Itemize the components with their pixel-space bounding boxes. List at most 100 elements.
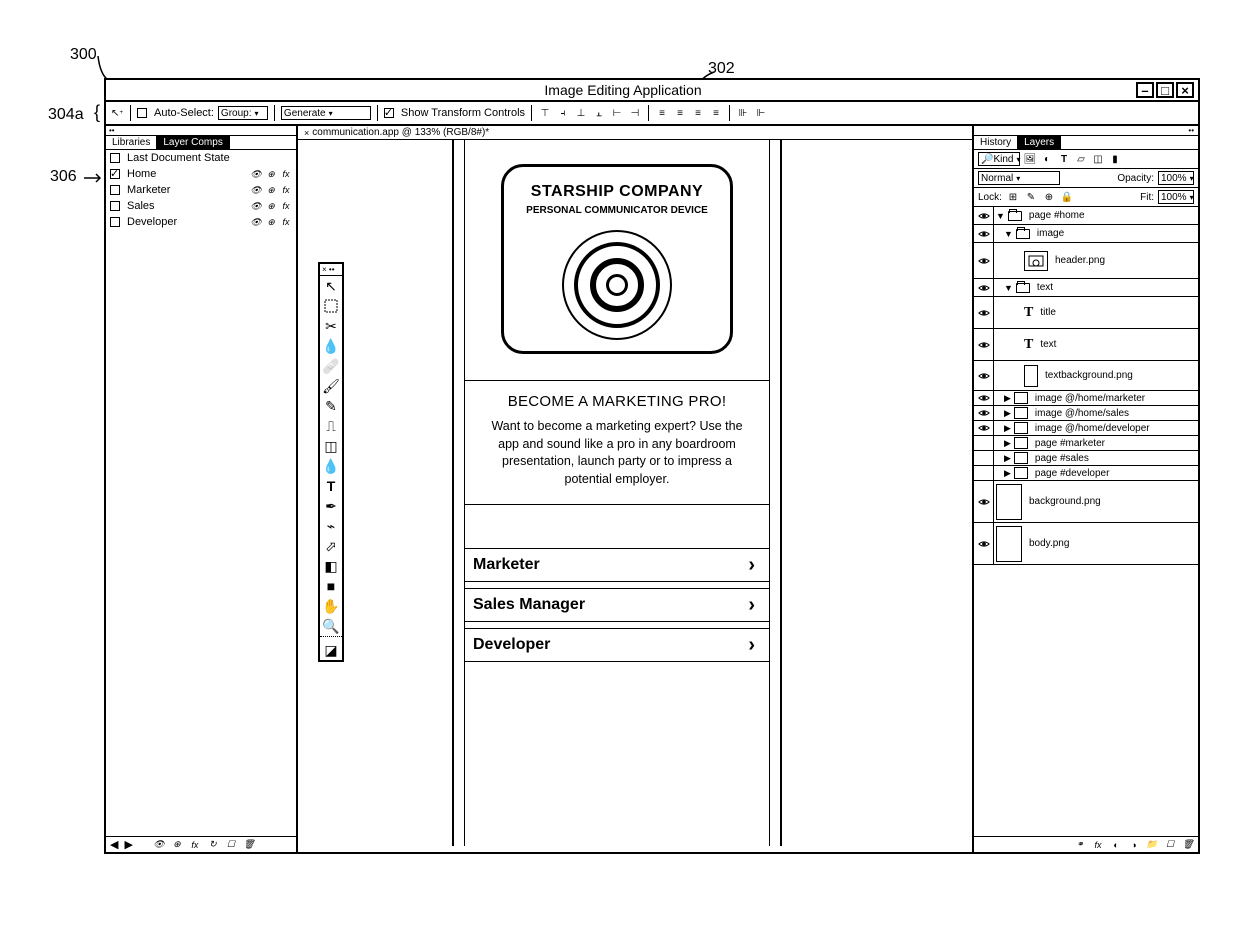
checkbox[interactable] bbox=[110, 169, 120, 179]
visibility-toggle[interactable] bbox=[974, 391, 994, 405]
layer-comp-row[interactable]: Developer👁⊕fx bbox=[106, 214, 296, 230]
visibility-toggle[interactable] bbox=[974, 451, 994, 465]
checkbox[interactable] bbox=[110, 153, 120, 163]
show-transform-checkbox[interactable] bbox=[384, 108, 394, 118]
trash-icon[interactable]: 🗑 bbox=[243, 840, 255, 850]
type-tool-icon[interactable]: T bbox=[320, 476, 342, 496]
lock-all-icon[interactable]: 🔒 bbox=[1060, 191, 1074, 203]
layer-row[interactable]: ▶image @/home/sales bbox=[974, 406, 1198, 421]
tab-layers[interactable]: Layers bbox=[1018, 136, 1061, 149]
path-tool-icon[interactable]: ⌁ bbox=[320, 516, 342, 536]
pencil-tool-icon[interactable]: ✎ bbox=[320, 396, 342, 416]
opacity-select[interactable]: 100% bbox=[1158, 171, 1194, 185]
visibility-toggle[interactable] bbox=[974, 329, 994, 360]
kind-select[interactable]: 🔎Kind bbox=[978, 152, 1020, 166]
minimize-button[interactable]: – bbox=[1136, 82, 1154, 98]
filter-adjust-icon[interactable]: ◐ bbox=[1040, 153, 1054, 165]
expand-icon[interactable]: ▶ bbox=[1004, 393, 1011, 404]
align-icon[interactable]: ⫞ bbox=[556, 107, 570, 119]
eraser-tool-icon[interactable]: ◫ bbox=[320, 436, 342, 456]
visibility-toggle[interactable] bbox=[974, 523, 994, 564]
adjust-icon[interactable]: ◑ bbox=[1128, 840, 1140, 850]
distribute-icon[interactable]: ⊪ bbox=[736, 107, 750, 119]
icon[interactable]: 👁 bbox=[250, 217, 262, 227]
visibility-toggle[interactable] bbox=[974, 481, 994, 522]
refresh-icon[interactable]: ↻ bbox=[207, 840, 219, 850]
layer-row[interactable]: ▶page #developer bbox=[974, 466, 1198, 481]
icon[interactable]: ⊕ bbox=[265, 217, 277, 227]
marquee-tool-icon[interactable] bbox=[320, 296, 342, 316]
lock-move-icon[interactable]: ⊕ bbox=[1042, 191, 1056, 203]
eye-icon[interactable]: 👁 bbox=[153, 840, 165, 850]
layer-row[interactable]: ▶image @/home/developer bbox=[974, 421, 1198, 436]
icon[interactable]: ⊕ bbox=[265, 185, 277, 195]
layer-row[interactable]: ▶page #marketer bbox=[974, 436, 1198, 451]
align-icon[interactable]: ⫠ bbox=[592, 107, 606, 119]
layer-row[interactable]: ▼text bbox=[974, 279, 1198, 297]
layer-row[interactable]: body.png bbox=[974, 523, 1198, 565]
icon[interactable]: 👁 bbox=[250, 185, 262, 195]
blend-mode-select[interactable]: Normal bbox=[978, 171, 1060, 185]
visibility-toggle[interactable] bbox=[974, 225, 994, 242]
shape-tool-icon[interactable]: ◧ bbox=[320, 556, 342, 576]
fx-icon[interactable]: fx bbox=[189, 840, 201, 850]
crop-tool-icon[interactable]: ✂ bbox=[320, 316, 342, 336]
distribute-icon[interactable]: ≡ bbox=[673, 107, 687, 119]
icon[interactable]: fx bbox=[280, 201, 292, 211]
maximize-button[interactable]: □ bbox=[1156, 82, 1174, 98]
fit-select[interactable]: 100% bbox=[1158, 190, 1194, 204]
layer-comp-row[interactable]: Home👁⊕fx bbox=[106, 166, 296, 182]
distribute-icon[interactable]: ⊩ bbox=[754, 107, 768, 119]
align-icon[interactable]: ⊣ bbox=[628, 107, 642, 119]
tab-libraries[interactable]: Libraries bbox=[106, 136, 157, 149]
layer-row[interactable]: textbackground.png bbox=[974, 361, 1198, 391]
filter-toggle-icon[interactable]: ▮ bbox=[1108, 153, 1122, 165]
nav-developer[interactable]: Developer › bbox=[465, 628, 769, 662]
icon[interactable]: 👁 bbox=[250, 169, 262, 179]
blur-tool-icon[interactable]: 💧 bbox=[320, 456, 342, 476]
visibility-toggle[interactable] bbox=[974, 406, 994, 420]
visibility-toggle[interactable] bbox=[974, 279, 994, 296]
toolbox-grip[interactable]: × •• bbox=[320, 264, 342, 276]
visibility-toggle[interactable] bbox=[974, 421, 994, 435]
nav-marketer[interactable]: Marketer › bbox=[465, 548, 769, 582]
visibility-toggle[interactable] bbox=[974, 436, 994, 450]
stamp-tool-icon[interactable]: ⎍ bbox=[320, 416, 342, 436]
visibility-toggle[interactable] bbox=[974, 207, 994, 224]
lock-position-icon[interactable]: ✎ bbox=[1024, 191, 1038, 203]
trash-icon[interactable]: 🗑 bbox=[1182, 840, 1194, 850]
next-icon[interactable]: ▶ bbox=[124, 838, 132, 851]
canvas[interactable]: × •• ↖ ✂ 💧 🩹 🖌 ✎ ⎍ ◫ 💧 T ✒ ⌁ ⬀ ◧ ■ bbox=[298, 140, 972, 852]
checkbox[interactable] bbox=[110, 217, 120, 227]
expand-icon[interactable]: ▶ bbox=[1004, 453, 1011, 464]
tab-history[interactable]: History bbox=[974, 136, 1018, 149]
icon[interactable]: ⊕ bbox=[265, 201, 277, 211]
tab-layer-comps[interactable]: Layer Comps bbox=[157, 136, 229, 149]
icon[interactable]: fx bbox=[280, 217, 292, 227]
zoom-tool-icon[interactable]: 🔍 bbox=[320, 616, 342, 636]
filter-smart-icon[interactable]: ◫ bbox=[1091, 153, 1105, 165]
new-layer-icon[interactable]: ☐ bbox=[1164, 840, 1176, 850]
healing-tool-icon[interactable]: 🩹 bbox=[320, 356, 342, 376]
visibility-toggle[interactable] bbox=[974, 297, 994, 328]
eyedropper-tool-icon[interactable]: 💧 bbox=[320, 336, 342, 356]
auto-select-checkbox[interactable] bbox=[137, 108, 147, 118]
lock-pixels-icon[interactable]: ⊞ bbox=[1006, 191, 1020, 203]
move-tool-icon[interactable]: ↖+ bbox=[110, 107, 124, 119]
close-button[interactable]: × bbox=[1176, 82, 1194, 98]
visibility-toggle[interactable] bbox=[974, 361, 994, 390]
direct-select-tool-icon[interactable]: ⬀ bbox=[320, 536, 342, 556]
checkbox[interactable] bbox=[110, 185, 120, 195]
swatch-tool-icon[interactable]: ◪ bbox=[320, 640, 342, 660]
panel-grip[interactable]: •• bbox=[106, 126, 296, 136]
filter-shape-icon[interactable]: ▱ bbox=[1074, 153, 1088, 165]
icon[interactable]: fx bbox=[280, 169, 292, 179]
filter-text-icon[interactable]: T bbox=[1057, 153, 1071, 165]
icon[interactable]: 👁 bbox=[250, 201, 262, 211]
icon[interactable]: fx bbox=[280, 185, 292, 195]
icon[interactable]: ⊕ bbox=[265, 169, 277, 179]
fx-icon[interactable]: fx bbox=[1092, 840, 1104, 850]
expand-icon[interactable]: ▶ bbox=[1004, 468, 1011, 479]
distribute-icon[interactable]: ≡ bbox=[709, 107, 723, 119]
align-icon[interactable]: ⊤ bbox=[538, 107, 552, 119]
